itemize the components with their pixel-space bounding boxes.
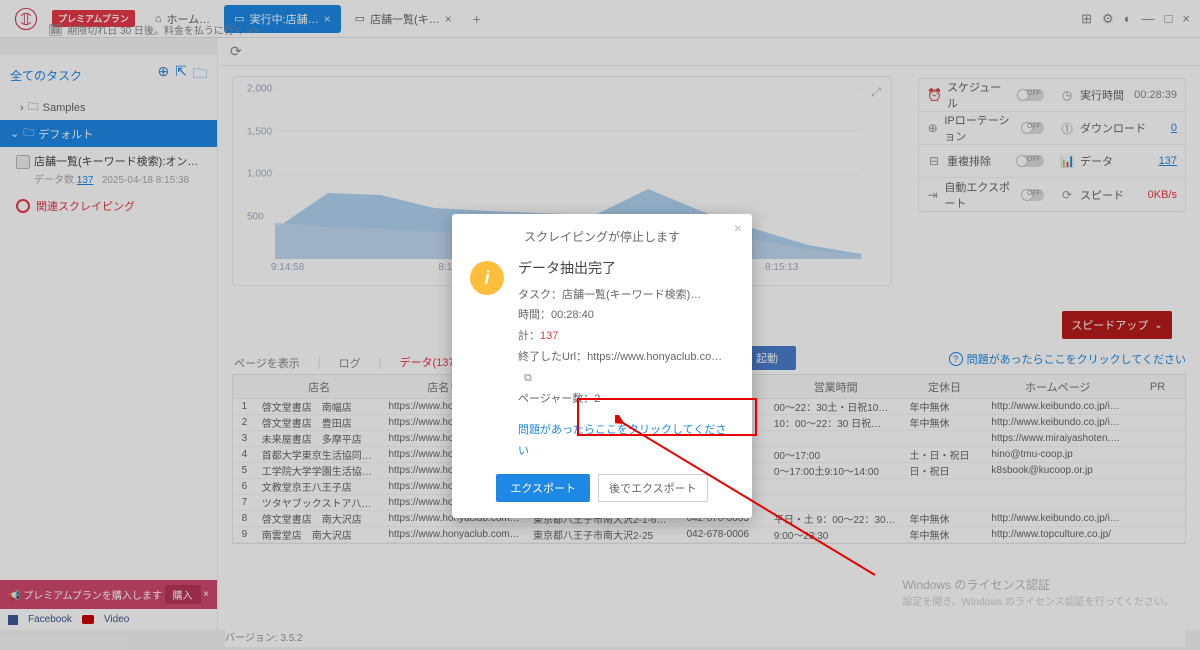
modal-title: スクレイピングが停止します (470, 228, 734, 245)
info-icon: i (470, 261, 504, 295)
modal-close-icon[interactable]: × (734, 220, 742, 236)
export-modal: スクレイピングが停止します × i データ抽出完了 タスク：店舗一覧(キーワード… (452, 214, 752, 518)
modal-help-link[interactable]: 問題があったらここをクリックしてください (518, 424, 726, 457)
export-button[interactable]: エクスポート (496, 474, 590, 502)
modal-heading: データ抽出完了 (518, 255, 734, 282)
export-later-button[interactable]: 後でエクスポート (598, 474, 708, 502)
external-link-icon[interactable]: ⧉ (524, 368, 532, 389)
